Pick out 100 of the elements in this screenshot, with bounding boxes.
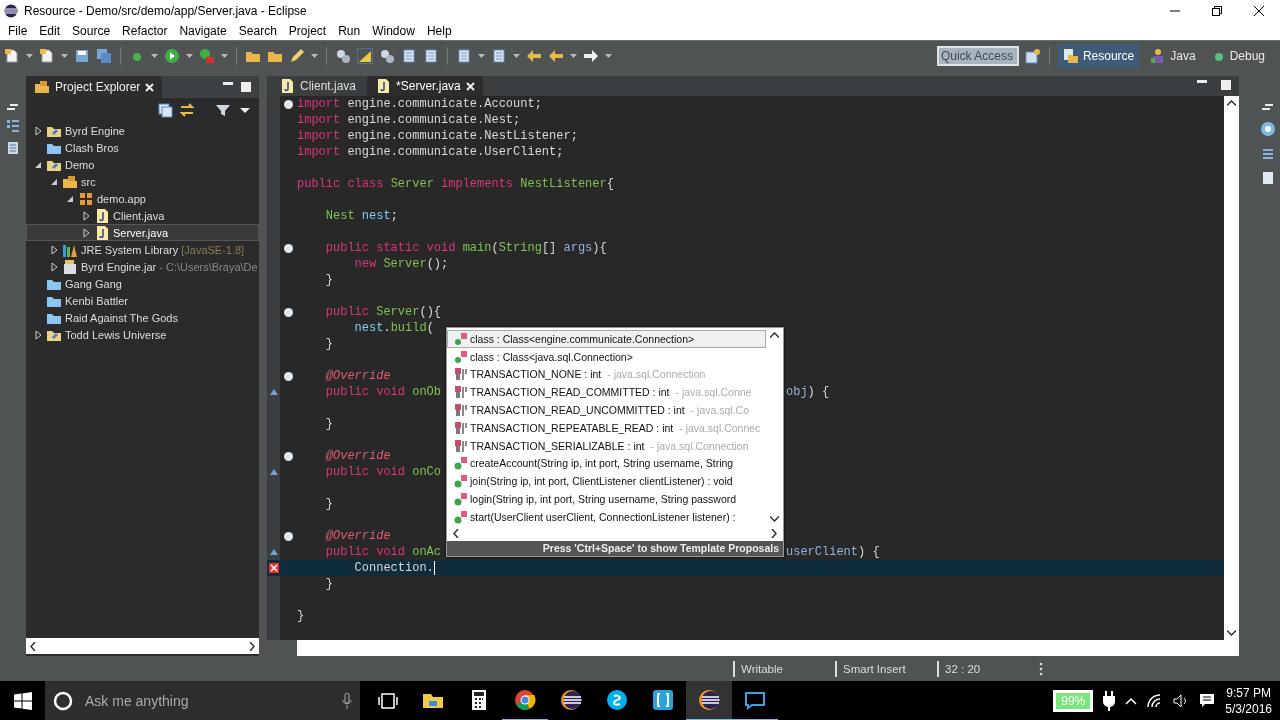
plug-icon[interactable] bbox=[1103, 691, 1116, 711]
caret-icon[interactable] bbox=[478, 54, 485, 58]
proposal-item[interactable]: TRANSACTION_NONE : int - java.sql.Connection bbox=[447, 365, 766, 384]
tree-item[interactable]: Gang Gang bbox=[26, 275, 259, 292]
arrow-left-icon[interactable] bbox=[548, 48, 564, 64]
clock-time[interactable]: 9:57 PM bbox=[1226, 686, 1271, 700]
eclipse-icon[interactable] bbox=[559, 688, 583, 712]
caret-icon[interactable] bbox=[61, 54, 68, 58]
scroll-down-icon[interactable] bbox=[1227, 630, 1236, 636]
editor-tab[interactable]: Client.java bbox=[271, 76, 365, 96]
tree-item[interactable]: Clash Bros bbox=[26, 139, 259, 156]
sheet-icon[interactable] bbox=[491, 48, 507, 64]
fold-icon[interactable] bbox=[284, 451, 293, 461]
collapsed-arrow-icon[interactable] bbox=[49, 244, 59, 255]
document-icon[interactable] bbox=[4, 48, 20, 64]
run-stop-icon[interactable] bbox=[199, 48, 215, 64]
fold-icon[interactable] bbox=[284, 307, 293, 317]
minimize-icon[interactable] bbox=[223, 82, 233, 86]
scroll-up-icon[interactable] bbox=[769, 332, 779, 338]
sheet-icon[interactable] bbox=[1260, 171, 1275, 185]
filter-icon[interactable] bbox=[215, 102, 231, 118]
scroll-right-icon[interactable] bbox=[771, 528, 777, 538]
caret-icon[interactable] bbox=[570, 54, 577, 58]
perspective-button[interactable]: Java bbox=[1145, 44, 1201, 68]
menu-item[interactable]: Search bbox=[232, 24, 283, 38]
tree-item[interactable]: Server.java bbox=[26, 224, 259, 241]
save-icon[interactable] bbox=[74, 48, 90, 64]
menu-item[interactable]: Run bbox=[332, 24, 367, 38]
arrow-left-icon[interactable] bbox=[526, 48, 542, 64]
tree-item[interactable]: Byrd Engine.jar - C:\Users\Braya\De bbox=[26, 258, 259, 275]
caret-icon[interactable] bbox=[151, 54, 158, 58]
proposal-item[interactable]: class : Class<engine.communicate.Connection> bbox=[447, 330, 766, 348]
document-icon[interactable] bbox=[39, 48, 55, 64]
task-list-icon[interactable] bbox=[7, 141, 19, 155]
collapsed-arrow-icon[interactable] bbox=[81, 210, 91, 221]
fold-icon[interactable] bbox=[284, 371, 293, 381]
marker-icon[interactable] bbox=[357, 48, 373, 64]
proposal-item[interactable]: login(String ip, int port, String username, String password bbox=[447, 490, 766, 508]
microphone-icon[interactable] bbox=[342, 693, 352, 709]
tree-item[interactable]: Kenbi Battler bbox=[26, 292, 259, 309]
notification-icon[interactable] bbox=[1199, 693, 1216, 709]
caret-icon[interactable] bbox=[605, 54, 612, 58]
run-icon[interactable] bbox=[164, 48, 180, 64]
eclipse-icon[interactable] bbox=[697, 688, 721, 712]
pencil-icon[interactable] bbox=[289, 48, 305, 64]
view-tab[interactable]: Project Explorer bbox=[26, 76, 163, 98]
gears-icon[interactable] bbox=[335, 48, 351, 64]
tree-item[interactable]: src bbox=[26, 173, 259, 190]
tree-item[interactable]: Client.java bbox=[26, 207, 259, 224]
link-editor-icon[interactable] bbox=[179, 102, 195, 118]
caret-icon[interactable] bbox=[186, 54, 193, 58]
menu-item[interactable]: Help bbox=[420, 24, 458, 38]
sheet-icon[interactable] bbox=[456, 48, 472, 64]
outline-icon[interactable] bbox=[1260, 147, 1275, 161]
caret-icon[interactable] bbox=[26, 54, 33, 58]
perspective-button[interactable]: Debug bbox=[1206, 44, 1270, 68]
proposal-item[interactable]: TRANSACTION_READ_UNCOMMITTED : int - java.sql.Co bbox=[447, 401, 766, 419]
tree-item[interactable]: Raid Against The Gods bbox=[26, 309, 259, 326]
outline-icon[interactable] bbox=[6, 119, 20, 133]
search-box[interactable]: Ask me anything bbox=[45, 681, 360, 720]
restore-panel-icon[interactable] bbox=[1261, 103, 1274, 111]
menu-item[interactable]: Edit bbox=[33, 24, 67, 38]
restore-panel-icon[interactable] bbox=[7, 103, 19, 111]
menu-item[interactable]: Refactor bbox=[116, 24, 174, 38]
tree-item[interactable]: demo.app bbox=[26, 190, 259, 207]
menu-item[interactable]: Window bbox=[366, 24, 421, 38]
clock-date[interactable]: 5/3/2016 bbox=[1225, 702, 1272, 716]
horizontal-scrollbar[interactable] bbox=[297, 640, 1239, 656]
menu-item[interactable]: File bbox=[2, 24, 34, 38]
proposal-item[interactable]: TRANSACTION_REPEATABLE_READ : int - java.sql.Connec bbox=[447, 419, 766, 437]
sheet-icon[interactable] bbox=[401, 48, 417, 64]
browser-icon[interactable] bbox=[513, 688, 537, 712]
save-all-icon[interactable] bbox=[96, 48, 112, 64]
collapse-all-icon[interactable] bbox=[157, 102, 173, 118]
proposal-item[interactable]: TRANSACTION_SERIALIZABLE : int - java.sql.Connection bbox=[447, 436, 766, 455]
gears-icon[interactable] bbox=[379, 48, 395, 64]
proposal-item[interactable]: createAccount(String ip, int port, String username, String bbox=[447, 454, 766, 473]
task-view-icon[interactable] bbox=[378, 693, 398, 709]
tree-item[interactable]: Todd Lewis Universe bbox=[26, 326, 259, 343]
fold-icon[interactable] bbox=[284, 243, 293, 253]
proposal-item[interactable]: TRANSACTION_READ_COMMITTED : int - java.sql.Conne bbox=[447, 383, 766, 402]
scroll-left-icon[interactable] bbox=[30, 641, 36, 651]
caret-icon[interactable] bbox=[311, 54, 318, 58]
collapsed-arrow-icon[interactable] bbox=[33, 125, 43, 136]
open-perspective-icon[interactable] bbox=[1024, 48, 1041, 64]
more-icon[interactable] bbox=[1039, 661, 1043, 676]
quick-access-field[interactable]: Quick Access bbox=[936, 46, 1019, 66]
fold-icon[interactable] bbox=[284, 99, 293, 109]
scroll-up-icon[interactable] bbox=[1227, 100, 1236, 106]
chevron-up-icon[interactable] bbox=[1125, 697, 1138, 705]
proposal-item[interactable]: class : Class<java.sql.Connection> bbox=[447, 347, 766, 366]
collapsed-arrow-icon[interactable] bbox=[49, 261, 59, 272]
caret-icon[interactable] bbox=[221, 54, 228, 58]
chat-icon[interactable] bbox=[605, 688, 629, 712]
menu-item[interactable]: Project bbox=[282, 24, 333, 38]
close-icon[interactable] bbox=[465, 81, 475, 91]
taskbar-app-button[interactable] bbox=[686, 681, 732, 720]
scroll-down-icon[interactable] bbox=[769, 515, 779, 522]
arrow-right-icon[interactable] bbox=[583, 48, 599, 64]
tree-item[interactable]: JRE System Library [JavaSE-1.8] bbox=[26, 241, 259, 258]
